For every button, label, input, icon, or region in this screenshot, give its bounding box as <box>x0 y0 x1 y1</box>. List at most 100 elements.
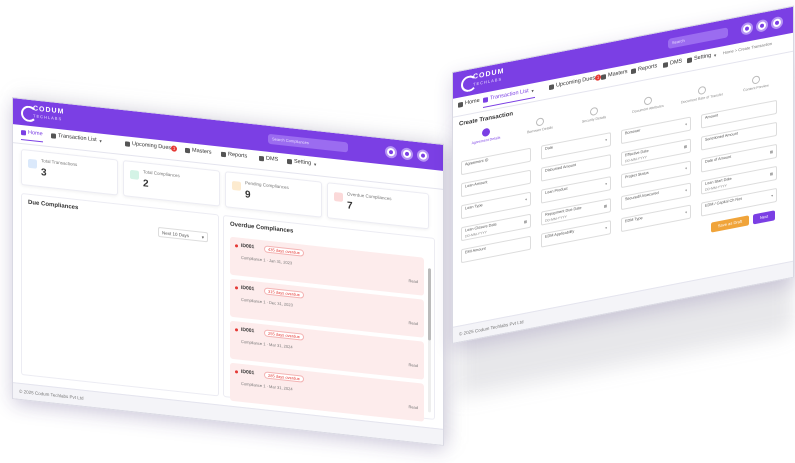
user-avatar-icon[interactable] <box>417 148 429 163</box>
nav-setting-label: Setting <box>294 158 312 167</box>
calendar-icon: ▦ <box>523 219 527 225</box>
calendar-icon: ▦ <box>769 149 773 155</box>
folder-icon <box>259 155 264 161</box>
nav-transaction-list-label: Transaction List <box>490 88 529 102</box>
step-indicator-icon <box>536 117 544 127</box>
emi-amount-field[interactable]: EMI Amount <box>461 235 531 264</box>
step-indicator-icon <box>482 127 490 138</box>
calendar-icon: ▦ <box>769 171 773 177</box>
upcoming-dues-badge: 1 <box>171 145 178 152</box>
field-label: Borrower <box>625 128 641 136</box>
list-icon <box>51 132 56 139</box>
stat-card-value: 3 <box>41 167 47 179</box>
report-icon <box>631 67 636 74</box>
step-document-rate-of-transfer[interactable]: Document Rate of Transfer <box>677 82 727 106</box>
nav-dms-label: DMS <box>670 58 683 67</box>
chevron-down-icon: ▾ <box>771 193 773 198</box>
stat-card-value: 2 <box>143 178 149 190</box>
search-input[interactable]: Search <box>668 27 728 50</box>
field-label: Date <box>545 145 554 151</box>
nav-home-label: Home <box>465 97 480 107</box>
due-compliances-title: Due Compliances <box>28 199 79 212</box>
read-link[interactable]: Read <box>408 404 418 410</box>
scroll-thumb[interactable] <box>428 268 431 341</box>
nav-transaction-list[interactable]: Transaction List ▼ <box>51 132 103 144</box>
logo[interactable]: CODUM TECHLABS <box>21 103 64 125</box>
step-agreement-details[interactable]: Agreement Details <box>461 124 511 148</box>
user-avatar-icon[interactable] <box>771 15 783 30</box>
nav-upcoming-dues[interactable]: Upcoming Dues 1 <box>125 140 178 152</box>
stat-card-overdue-compliances[interactable]: Overdue Compliances 7 <box>327 182 429 230</box>
nav-home[interactable]: Home <box>21 129 43 137</box>
stat-card-total-compliances[interactable]: Total Compliances 2 <box>123 160 220 207</box>
overdue-item-id: ID001 <box>241 284 255 293</box>
nav-reports[interactable]: Reports <box>221 151 247 160</box>
nav-transaction-list-label: Transaction List <box>58 132 97 144</box>
edm-type-field[interactable]: EDM Type ▾ <box>621 204 691 233</box>
nav-dms[interactable]: DMS <box>259 155 278 163</box>
nav-reports-label: Reports <box>228 151 248 160</box>
nav-masters[interactable]: Masters <box>601 69 628 80</box>
chevron-down-icon: ▾ <box>605 181 607 187</box>
stat-card-value: 7 <box>347 200 353 212</box>
overdue-item-detail: Compliance 1 · Dec 31, 2023 <box>241 296 293 308</box>
nav-reports[interactable]: Reports <box>631 63 657 74</box>
nav-masters[interactable]: Masters <box>185 147 212 156</box>
edm-applicability-field[interactable]: EDM Applicability ▾ <box>541 220 611 248</box>
help-avatar-icon[interactable] <box>401 147 413 161</box>
notification-avatar-icon[interactable] <box>741 21 753 36</box>
transactions-icon <box>28 158 37 169</box>
help-avatar-icon[interactable] <box>756 18 768 33</box>
stat-card-pending-compliances[interactable]: Pending Compliances 9 <box>225 171 322 218</box>
overdue-compliances-panel: Overdue Compliances ID001 435 days overd… <box>223 214 435 422</box>
grid-icon <box>185 147 190 153</box>
nav-home[interactable]: Home <box>458 98 480 108</box>
nav-setting[interactable]: Setting ▼ <box>687 51 717 63</box>
field-label: EDM Applicability <box>545 229 575 239</box>
stat-card-value: 9 <box>245 189 251 201</box>
step-content-preview[interactable]: Content Preview <box>731 71 781 95</box>
step-security-details[interactable]: Security Details <box>569 103 619 127</box>
chevron-down-icon: ▾ <box>685 122 687 127</box>
stat-card-label: Overdue Compliances <box>347 191 392 202</box>
nav-masters-label: Masters <box>192 147 212 156</box>
next-button[interactable]: Next <box>753 210 775 225</box>
calendar-icon <box>125 140 130 147</box>
nav-upcoming-dues-label: Upcoming Dues <box>556 75 596 89</box>
field-label: Sanctioned Amount <box>705 131 738 142</box>
read-link[interactable]: Read <box>408 278 418 284</box>
folder-icon <box>663 61 668 68</box>
field-label: EDM Type <box>625 215 643 224</box>
field-label: EMI Amount <box>465 246 486 255</box>
overdue-scrollbar[interactable] <box>428 268 431 413</box>
step-borrower-details[interactable]: Borrower Details <box>515 113 565 137</box>
field-label: EDM / Capital Ch Nos <box>705 196 743 208</box>
overdue-icon <box>334 191 343 202</box>
step-indicator-icon <box>590 106 598 117</box>
overdue-item-id: ID001 <box>241 242 255 251</box>
overdue-item-detail: Compliance 1 · Mar 31, 2024 <box>241 380 293 392</box>
field-label: Amount <box>705 113 719 120</box>
due-period-select[interactable]: Next 10 Days ▾ <box>158 226 208 243</box>
step-document-attributes[interactable]: Document Attributes <box>623 92 673 116</box>
save-draft-button[interactable]: Save as Draft <box>711 215 749 233</box>
nav-dms[interactable]: DMS <box>663 58 682 68</box>
notification-avatar-icon[interactable] <box>385 145 397 159</box>
chevron-down-icon: ▼ <box>530 87 535 94</box>
read-link[interactable]: Read <box>408 362 418 368</box>
logo[interactable]: CODUM TECHLABS <box>461 68 504 94</box>
gear-icon <box>287 158 292 164</box>
read-link[interactable]: Read <box>408 320 418 326</box>
stat-card-label: Total Compliances <box>143 169 180 179</box>
alert-dot-icon <box>235 286 238 290</box>
field-label: Loan Product <box>545 186 568 195</box>
field-label: Project Status <box>625 170 649 180</box>
nav-dms-label: DMS <box>266 155 279 163</box>
stat-card-total-transactions[interactable]: Total Transactions 3 <box>21 148 118 196</box>
chevron-down-icon: ▾ <box>605 225 607 231</box>
search-input[interactable]: Search Compliances <box>268 133 348 153</box>
nav-setting[interactable]: Setting ▼ <box>287 158 317 167</box>
report-icon <box>221 151 226 157</box>
alert-dot-icon <box>235 244 238 248</box>
pending-icon <box>232 180 241 191</box>
